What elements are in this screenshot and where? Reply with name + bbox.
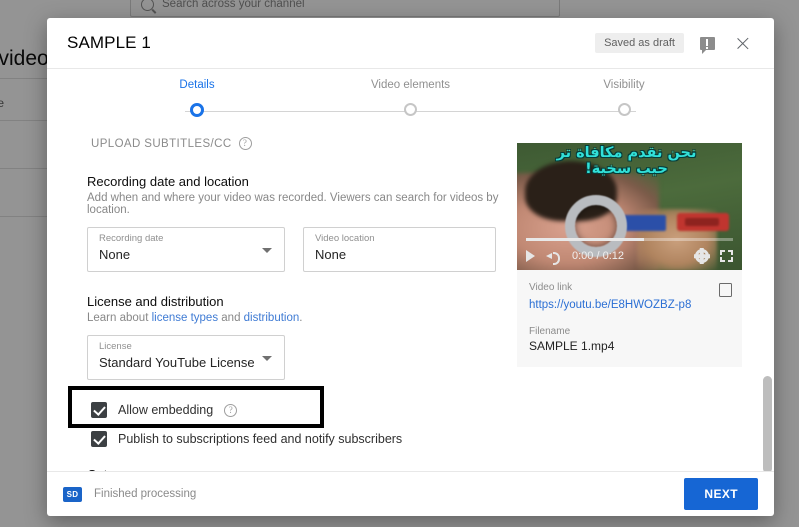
chevron-down-icon (262, 356, 272, 361)
video-link[interactable]: https://youtu.be/E8HWOZBZ-p8 (529, 299, 691, 311)
thumbnail-text-line-2: حيب سخية! (585, 161, 668, 178)
upload-subtitles-label: UPLOAD SUBTITLES/CC (91, 137, 232, 150)
saved-as-draft-badge: Saved as draft (595, 33, 684, 53)
video-location-value: None (315, 247, 347, 262)
stepper-track (137, 103, 684, 119)
chevron-down-icon (262, 248, 272, 253)
license-section-description: Learn about license types and distributi… (87, 312, 517, 324)
dialog-header: SAMPLE 1 Saved as draft (47, 18, 774, 68)
video-thumbnail[interactable]: نحن نقدم مكافاة تر حيب سخية! 0:00 / 0:12 (517, 143, 742, 270)
progress-bar[interactable] (526, 238, 733, 241)
license-value: Standard YouTube License (99, 355, 255, 370)
dialog-title: SAMPLE 1 (67, 33, 151, 52)
publish-subscriptions-row[interactable]: Publish to subscriptions feed and notify… (91, 431, 517, 447)
license-desc-mid: and (218, 312, 244, 324)
filename-value: SAMPLE 1.mp4 (529, 339, 615, 353)
license-section-title: License and distribution (87, 294, 224, 309)
volume-icon[interactable] (546, 250, 561, 265)
video-location-field[interactable]: Video location None (303, 227, 496, 272)
license-section: License and distribution Learn about lic… (87, 294, 517, 447)
play-icon[interactable] (526, 250, 535, 262)
allow-embedding-row[interactable]: Allow embedding ? (91, 402, 517, 418)
gear-icon[interactable] (695, 249, 709, 263)
license-types-link[interactable]: license types (152, 312, 218, 324)
thumbnail-artwork (622, 215, 666, 231)
feedback-button[interactable] (694, 30, 720, 56)
video-link-label: Video link (529, 282, 573, 293)
dialog-body: UPLOAD SUBTITLES/CC ? Recording date and… (47, 131, 774, 471)
category-section-title: Category (87, 467, 517, 471)
step-label-visibility[interactable]: Visibility (603, 79, 644, 91)
upload-subtitles-row[interactable]: UPLOAD SUBTITLES/CC ? (91, 137, 517, 150)
fullscreen-icon[interactable] (720, 250, 733, 262)
close-icon (736, 36, 751, 51)
video-location-label: Video location (315, 233, 375, 244)
recording-section-title: Recording date and location (87, 174, 249, 189)
video-preview-panel: نحن نقدم مكافاة تر حيب سخية! 0:00 / 0:12 (517, 131, 774, 471)
recording-date-label: Recording date (99, 233, 164, 244)
copy-icon[interactable] (716, 281, 732, 297)
playback-time: 0:00 / 0:12 (572, 250, 624, 262)
processing-status: Finished processing (94, 488, 197, 500)
filename-label: Filename (529, 326, 571, 337)
thumbnail-text-line-1: نحن نقدم مكافاة تر (556, 145, 697, 161)
thumbnail-artwork (677, 213, 729, 231)
category-section: Category Add your video to a category so… (87, 467, 517, 471)
close-button[interactable] (730, 30, 756, 56)
dialog-footer: SD Finished processing NEXT (47, 471, 774, 516)
recording-date-field[interactable]: Recording date None (87, 227, 285, 272)
distribution-link[interactable]: distribution (244, 312, 300, 324)
help-icon[interactable]: ? (238, 137, 252, 150)
upload-details-dialog: SAMPLE 1 Saved as draft Details Video el… (47, 18, 774, 516)
upload-stepper: Details Video elements Visibility (47, 68, 774, 131)
license-label: License (99, 341, 132, 352)
license-desc-prefix: Learn about (87, 312, 152, 324)
recording-section-description: Add when and where your video was record… (87, 192, 499, 216)
allow-embedding-checkbox[interactable] (91, 402, 107, 418)
player-controls: 0:00 / 0:12 (517, 236, 742, 270)
step-dot-video-elements[interactable] (404, 103, 417, 116)
header-actions: Saved as draft (595, 30, 756, 56)
next-button[interactable]: NEXT (684, 478, 758, 510)
thumbnail-overlay-text: نحن نقدم مكافاة تر حيب سخية! (517, 145, 736, 177)
dialog-scrollbar[interactable] (763, 131, 772, 471)
scrollbar-thumb[interactable] (763, 376, 772, 471)
step-label-details[interactable]: Details (179, 79, 214, 91)
publish-subscriptions-label: Publish to subscriptions feed and notify… (118, 432, 403, 446)
video-info-panel: Video link https://youtu.be/E8HWOZBZ-p8 … (517, 270, 742, 367)
recording-section: Recording date and location Add when and… (87, 174, 517, 272)
step-dot-details[interactable] (190, 103, 204, 117)
feedback-icon (699, 36, 715, 54)
license-desc-suffix: . (299, 312, 303, 324)
step-label-video-elements[interactable]: Video elements (371, 79, 450, 91)
publish-subscriptions-checkbox[interactable] (91, 431, 107, 447)
details-form: UPLOAD SUBTITLES/CC ? Recording date and… (47, 131, 517, 471)
quality-badge: SD (63, 486, 82, 502)
recording-date-value: None (99, 247, 131, 262)
allow-embedding-label: Allow embedding (118, 403, 214, 417)
help-icon[interactable]: ? (224, 403, 238, 417)
stepper-labels: Details Video elements Visibility (137, 79, 684, 95)
license-field[interactable]: License Standard YouTube License (87, 335, 285, 380)
step-dot-visibility[interactable] (617, 103, 631, 116)
